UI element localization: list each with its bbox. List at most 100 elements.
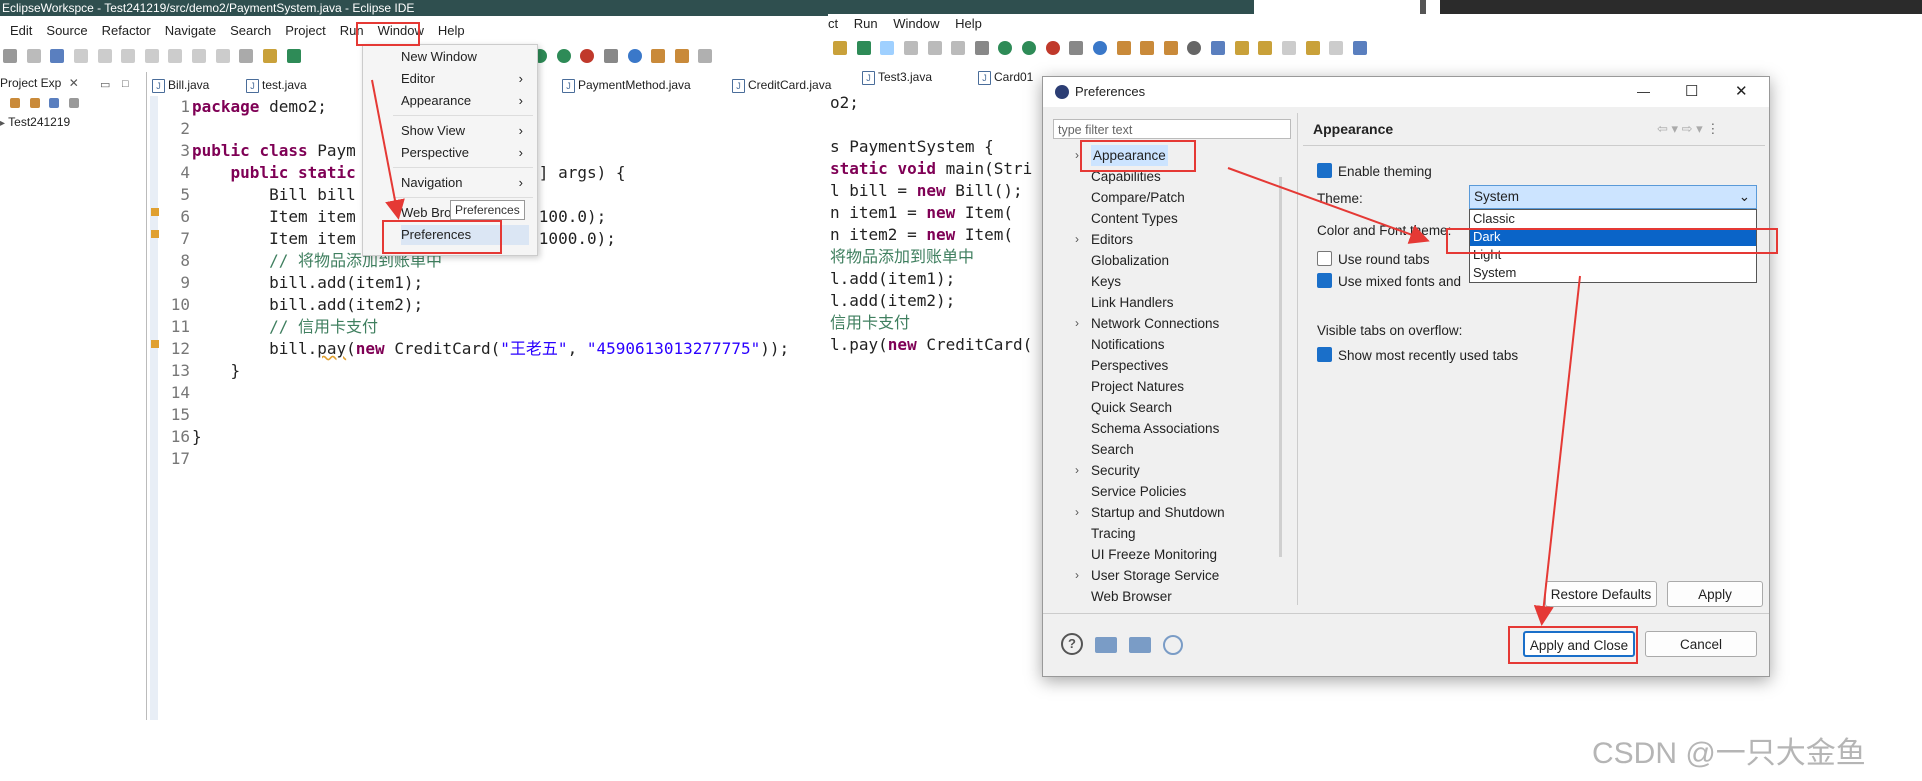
tree-item-quick-search[interactable]: Quick Search: [1091, 397, 1172, 418]
dialog-splitter[interactable]: [1297, 113, 1298, 605]
new-class-icon[interactable]: [1092, 41, 1107, 55]
resume-icon[interactable]: [97, 49, 112, 63]
tree-item-schema-associations[interactable]: Schema Associations: [1091, 418, 1219, 439]
forward-arrow-icon[interactable]: ⇨: [1682, 121, 1693, 136]
import-icon[interactable]: [1095, 637, 1117, 653]
debug-config-icon[interactable]: [833, 41, 847, 55]
terminal-icon[interactable]: [50, 49, 65, 63]
tree-item-keys[interactable]: Keys: [1091, 271, 1121, 292]
tab-card01[interactable]: J Card01: [976, 66, 1033, 88]
expand-arrow-icon[interactable]: ›: [1075, 505, 1079, 519]
tree-item-perspectives[interactable]: Perspectives: [1091, 355, 1168, 376]
view-menu-icon[interactable]: [68, 97, 79, 108]
highlight-icon[interactable]: [880, 41, 895, 55]
run-icon[interactable]: [998, 41, 1013, 55]
search-tool-icon[interactable]: [698, 49, 713, 63]
format-icon[interactable]: [239, 49, 254, 63]
round-tabs-row[interactable]: Use round tabs: [1317, 251, 1430, 267]
link-editor-icon[interactable]: [29, 97, 40, 108]
filter-icon[interactable]: [49, 97, 60, 108]
tab-test-java[interactable]: Jtest.java: [244, 74, 307, 96]
expand-arrow-icon[interactable]: ›: [1075, 148, 1079, 162]
forward-icon[interactable]: [1329, 41, 1344, 55]
checkbox-checked[interactable]: [1317, 163, 1332, 178]
tab-bill-java[interactable]: J Bill.java: [150, 74, 209, 96]
pin-editor-icon[interactable]: [286, 49, 301, 63]
theme-option-system[interactable]: System: [1470, 264, 1756, 282]
code-editor-secondary[interactable]: o2; s PaymentSystem { static void main(S…: [830, 92, 1046, 392]
menu-navigate[interactable]: Navigate: [165, 20, 216, 42]
tree-item-user-storage[interactable]: User Storage Service: [1091, 565, 1219, 586]
open-type-icon[interactable]: [1116, 41, 1131, 55]
checkbox-checked[interactable]: [1317, 347, 1332, 362]
debug-bug-icon[interactable]: [974, 41, 989, 55]
dropdown-arrow-icon[interactable]: ▾: [1668, 121, 1682, 136]
filter-input[interactable]: type filter text: [1053, 119, 1291, 139]
pin-icon[interactable]: [73, 49, 88, 63]
next-annotation-icon[interactable]: [1234, 41, 1249, 55]
minimize-icon[interactable]: ▭: [100, 78, 110, 91]
suspend-icon[interactable]: [121, 49, 136, 63]
tree-item-service-policies[interactable]: Service Policies: [1091, 481, 1186, 502]
menu-item-editor[interactable]: Editor ›: [401, 69, 529, 89]
collapse-all-icon[interactable]: [10, 97, 20, 108]
pilcrow-icon[interactable]: [951, 41, 966, 55]
open-type-icon[interactable]: [651, 49, 666, 63]
show-whitespace-icon[interactable]: [927, 41, 942, 55]
tree-item-ui-freeze-monitoring[interactable]: UI Freeze Monitoring: [1091, 544, 1217, 565]
menu-item-show-view[interactable]: Show View ›: [401, 121, 529, 141]
export-icon[interactable]: [1129, 637, 1151, 653]
tree-item-web-browser[interactable]: Web Browser: [1091, 586, 1172, 605]
theme-select[interactable]: System ⌄: [1469, 185, 1757, 209]
search-tool-icon[interactable]: [1163, 41, 1178, 55]
menu-item-new-window[interactable]: New Window: [401, 47, 529, 67]
run-dropdown-icon[interactable]: [1022, 41, 1036, 55]
back-arrow-icon[interactable]: ⇦: [1657, 121, 1668, 136]
open-perspective-icon[interactable]: [1352, 41, 1367, 55]
cancel-button[interactable]: Cancel: [1645, 631, 1757, 657]
menu-item-navigation[interactable]: Navigation ›: [401, 173, 529, 193]
theme-option-classic[interactable]: Classic: [1470, 210, 1756, 228]
expand-arrow-icon[interactable]: ›: [1075, 568, 1079, 582]
menu-project-partial[interactable]: ct: [828, 16, 838, 31]
tree-item-notifications[interactable]: Notifications: [1091, 334, 1165, 355]
tools-icon[interactable]: [1211, 41, 1225, 55]
last-edit-icon[interactable]: [1281, 41, 1296, 55]
tree-item-startup-shutdown[interactable]: Startup and Shutdown: [1091, 502, 1225, 523]
tab-creditcard-java[interactable]: J CreditCard.java: [730, 74, 831, 96]
maximize-icon[interactable]: □: [122, 78, 129, 90]
tree-item-compare-patch[interactable]: Compare/Patch: [1091, 187, 1185, 208]
coverage-icon[interactable]: [1045, 41, 1060, 55]
open-folder-icon[interactable]: [1140, 41, 1155, 55]
open-folder-icon[interactable]: [674, 49, 689, 63]
step-over-icon[interactable]: [192, 49, 206, 63]
maximize-window-icon[interactable]: ☐: [1685, 77, 1698, 107]
pin-editor-icon[interactable]: [856, 41, 871, 55]
coverage-icon[interactable]: [580, 49, 595, 63]
enable-theming-row[interactable]: Enable theming: [1317, 163, 1432, 179]
tab-paymentmethod-java[interactable]: J PaymentMethod.java: [560, 74, 691, 96]
menu-refactor[interactable]: Refactor: [102, 20, 151, 42]
expand-arrow-icon[interactable]: ›: [1075, 316, 1079, 330]
expand-arrow-icon[interactable]: ›: [1075, 232, 1079, 246]
show-recent-tabs-row[interactable]: Show most recently used tabs: [1317, 347, 1518, 363]
debug-config-icon[interactable]: [262, 49, 277, 63]
tree-item-tracing[interactable]: Tracing: [1091, 523, 1136, 544]
back-icon[interactable]: [1305, 41, 1320, 55]
prev-annotation-icon[interactable]: [1258, 41, 1273, 55]
restore-defaults-button[interactable]: Restore Defaults: [1545, 581, 1657, 607]
checkbox-unchecked[interactable]: [1317, 251, 1332, 266]
menu-source[interactable]: Source: [46, 20, 87, 42]
minimize-window-icon[interactable]: —: [1637, 77, 1650, 107]
mixed-fonts-row[interactable]: Use mixed fonts and: [1317, 273, 1461, 289]
tree-item-search[interactable]: Search: [1091, 439, 1134, 460]
tree-item-link-handlers[interactable]: Link Handlers: [1091, 292, 1174, 313]
terminate-icon[interactable]: [144, 49, 159, 63]
tree-item-content-types[interactable]: Content Types: [1091, 208, 1178, 229]
tree-item-project[interactable]: ▸ Test241219: [0, 112, 146, 132]
help-icon[interactable]: ?: [1061, 633, 1083, 655]
block-select-icon[interactable]: [903, 41, 918, 55]
step-into-icon[interactable]: [168, 49, 183, 63]
menu-search[interactable]: Search: [230, 20, 271, 42]
tree-item-globalization[interactable]: Globalization: [1091, 250, 1169, 271]
